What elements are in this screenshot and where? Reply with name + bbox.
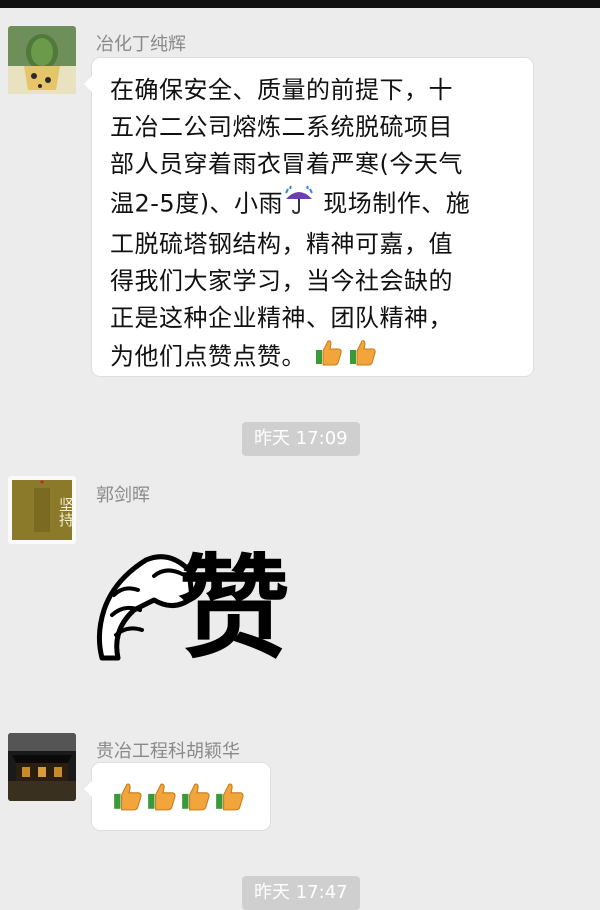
sticker-text: 赞 (178, 544, 290, 674)
message-text: 在确保安全、质量的前提下，十 五冶二公司熔炼二系统脱硫项目 部人员穿着雨衣冒着严… (110, 72, 520, 378)
sticker-zan[interactable]: 赞 (94, 540, 290, 690)
sender-name: 郭剑晖 (96, 485, 150, 506)
avatar-cactus[interactable] (8, 26, 76, 94)
message-bubble[interactable]: 在确保安全、质量的前提下，十 五冶二公司熔炼二系统脱硫项目 部人员穿着雨衣冒着严… (84, 58, 533, 378)
avatar-night-building[interactable] (8, 733, 76, 801)
sender-name: 贵冶工程科胡颖华 (96, 741, 240, 762)
message-bubble[interactable] (84, 763, 270, 830)
thumbs-up-icon (112, 780, 144, 816)
thumbs-up-icon (314, 337, 344, 378)
timestamp: 昨天 17:09 (242, 422, 360, 456)
umbrella-icon (283, 183, 315, 226)
emoji-row (112, 780, 246, 816)
avatar-calligraphy[interactable]: 坚持 (8, 476, 76, 544)
avatar-text: 坚持 (57, 497, 75, 527)
thumbs-up-icon (214, 780, 246, 816)
thumbs-up-icon (348, 337, 378, 378)
status-bar (0, 0, 600, 8)
timestamp: 昨天 17:47 (242, 876, 360, 910)
sender-name: 冶化丁纯辉 (96, 34, 186, 55)
thumbs-up-icon (146, 780, 178, 816)
thumbs-up-icon (180, 780, 212, 816)
